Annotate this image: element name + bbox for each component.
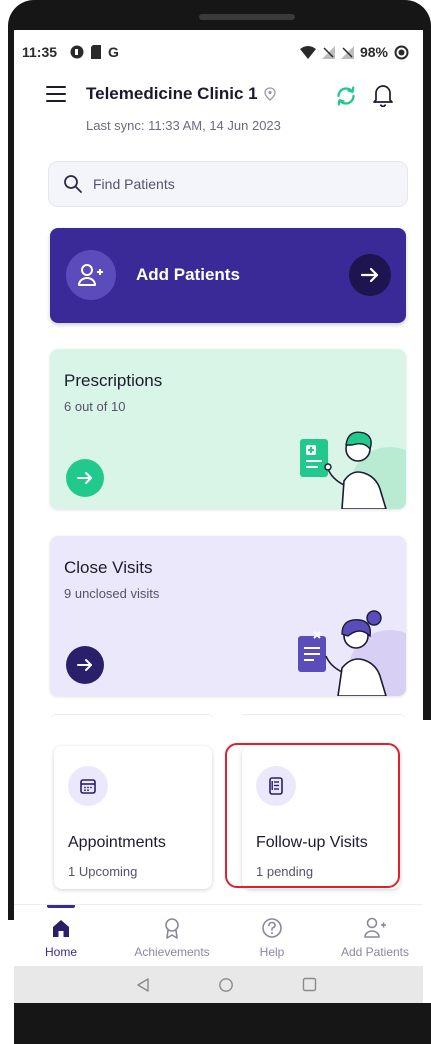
prescriptions-card[interactable]: Prescriptions 6 out of 10	[50, 349, 406, 509]
last-sync-text: Last sync: 11:33 AM, 14 Jun 2023	[86, 118, 281, 133]
nav-item-add-patients[interactable]: Add Patients	[327, 905, 423, 967]
clinic-selector[interactable]: Telemedicine Clinic 1	[86, 84, 276, 104]
add-user-icon-wrap	[66, 250, 116, 300]
home-circle-icon[interactable]	[218, 977, 234, 993]
location-pin-icon	[263, 87, 276, 101]
signal-icon-2	[340, 45, 354, 59]
award-icon	[165, 918, 179, 939]
sd-card-icon	[91, 45, 101, 59]
close-visits-subtitle: 9 unclosed visits	[64, 586, 160, 601]
wifi-icon	[299, 45, 316, 59]
battery-percent: 98%	[359, 44, 388, 60]
appointments-title: Appointments	[68, 834, 166, 851]
app-screen: 11:35 G 98% Telemedicine Clinic 1 Last s…	[14, 30, 423, 1003]
search-bar[interactable]: Find Patients	[48, 161, 408, 207]
home-icon	[53, 920, 69, 937]
prescriptions-arrow-button[interactable]	[66, 459, 104, 497]
nav-label-help: Help	[259, 945, 285, 959]
status-bar: 11:35 G 98%	[14, 30, 423, 64]
close-visits-card[interactable]: Close Visits 9 unclosed visits	[50, 536, 406, 696]
appointments-subtitle: 1 Upcoming	[68, 864, 138, 879]
close-visits-title: Close Visits	[64, 558, 153, 577]
notification-bell-icon[interactable]	[372, 83, 394, 107]
prescriptions-title: Prescriptions	[64, 371, 163, 390]
help-icon	[262, 918, 282, 938]
nav-label-add-patients: Add Patients	[340, 945, 410, 959]
calendar-icon	[80, 779, 96, 794]
status-right-group: 98%	[299, 44, 409, 60]
add-patients-label: Add Patients	[136, 265, 240, 284]
phone-speaker	[199, 14, 295, 20]
prescriptions-subtitle: 6 out of 10	[64, 399, 126, 414]
arrow-right-icon	[360, 267, 379, 283]
back-icon[interactable]	[136, 977, 150, 993]
nurse-illustration	[298, 610, 406, 696]
phone-bezel-right	[423, 30, 431, 720]
system-navigation-bar	[14, 966, 423, 1003]
status-carrier: G	[108, 44, 119, 60]
nav-item-home[interactable]: Home	[21, 905, 101, 967]
add-user-icon	[364, 917, 386, 938]
calendar-icon-wrap	[68, 766, 108, 806]
nav-item-achievements[interactable]: Achievements	[124, 905, 220, 967]
appointments-card[interactable]: Appointments 1 Upcoming	[54, 746, 212, 889]
notification-icon	[70, 45, 84, 59]
arrow-right-icon	[77, 472, 92, 484]
phone-frame: 11:35 G 98% Telemedicine Clinic 1 Last s…	[0, 0, 431, 1044]
status-time: 11:35	[22, 44, 58, 60]
add-patients-card[interactable]: Add Patients	[50, 228, 406, 323]
nav-active-indicator	[47, 905, 75, 908]
phone-bezel-bottom	[14, 1003, 431, 1044]
arrow-right-icon	[77, 659, 92, 671]
add-user-icon	[78, 264, 103, 286]
nav-item-help[interactable]: Help	[224, 905, 320, 967]
battery-saver-icon	[394, 45, 409, 59]
nav-label-achievements: Achievements	[134, 945, 210, 959]
search-placeholder: Find Patients	[93, 176, 175, 192]
menu-icon[interactable]	[46, 86, 66, 107]
clinic-name: Telemedicine Clinic 1	[86, 84, 258, 103]
search-icon	[64, 175, 82, 193]
signal-icon	[321, 45, 335, 59]
add-patients-arrow-button[interactable]	[349, 254, 391, 296]
bottom-navigation: Home Achievements Help Add Patients	[14, 904, 423, 966]
doctor-illustration	[300, 431, 406, 509]
recents-icon[interactable]	[302, 977, 317, 992]
followup-highlight-box	[225, 743, 400, 888]
close-visits-arrow-button[interactable]	[66, 646, 104, 684]
sync-icon[interactable]	[334, 84, 358, 108]
nav-label-home: Home	[44, 945, 77, 959]
